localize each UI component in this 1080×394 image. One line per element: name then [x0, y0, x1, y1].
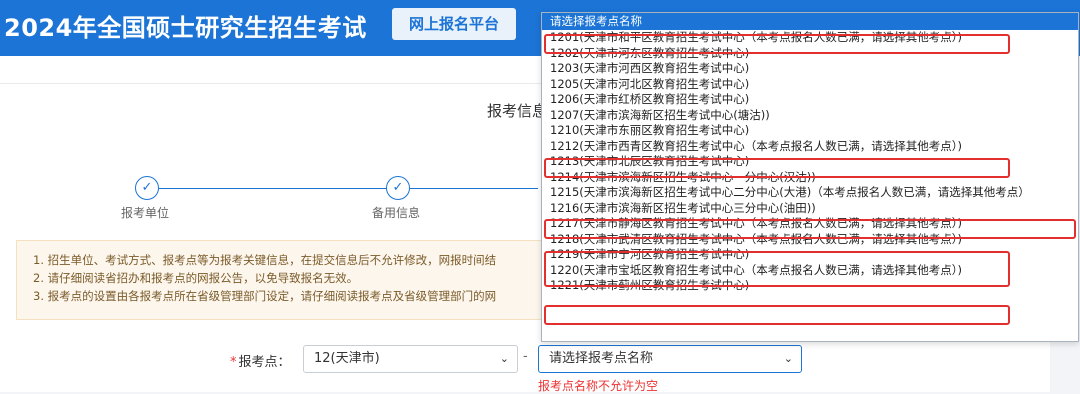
- dropdown-option[interactable]: 1205(天津市河北区教育招生考试中心): [542, 77, 1078, 93]
- dropdown-option[interactable]: 1207(天津市滨海新区招生考试中心(塘沽)): [542, 108, 1078, 124]
- province-select[interactable]: 12(天津市) ⌄: [303, 345, 518, 373]
- dropdown-option[interactable]: 1212(天津市西青区教育招生考试中心（本考点报名人数已满，请选择其他考点）): [542, 139, 1078, 155]
- check-icon: ✓: [386, 176, 410, 200]
- notice-box: 1. 招生单位、考试方式、报考点等为报考关键信息，在提交信息后不允许修改，网报时…: [16, 240, 546, 320]
- dropdown-option[interactable]: 1215(天津市滨海新区招生考试中心二分中心(大港)（本考点报名人数已满，请选择…: [542, 185, 1078, 201]
- chevron-down-icon: ⌄: [499, 352, 509, 365]
- separator: -: [523, 349, 528, 364]
- full-site-highlight: [544, 305, 1010, 325]
- full-site-highlight: [544, 219, 1076, 239]
- required-mark: *: [230, 355, 237, 370]
- full-site-highlight: [544, 34, 1010, 54]
- exam-site-select[interactable]: 请选择报考点名称 ⌄: [538, 345, 802, 373]
- step-line: [398, 188, 538, 189]
- exam-site-dropdown[interactable]: 请选择报考点名称 1201(天津市和平区教育招生考试中心（本考点报名人数已满，请…: [541, 12, 1079, 342]
- exam-site-label: * 报考点：: [230, 355, 291, 370]
- full-site-highlight: [544, 251, 1010, 287]
- full-site-highlight: [544, 158, 1010, 178]
- panel-title: 报考信息: [487, 102, 548, 120]
- notice-line: 2. 请仔细阅读省招办和报考点的网报公告，以免导致报名无效。: [33, 271, 359, 285]
- chevron-down-icon: ⌄: [783, 352, 793, 365]
- check-icon: ✓: [135, 176, 159, 200]
- error-message: 报考点名称不允许为空: [538, 379, 659, 393]
- dropdown-option[interactable]: 1216(天津市滨海新区招生考试中心三分中心(油田)): [542, 201, 1078, 217]
- step-label-unit: 报考单位: [121, 206, 170, 220]
- dropdown-option-placeholder[interactable]: 请选择报考点名称: [542, 13, 1078, 30]
- page-title: 2024年全国硕士研究生招生考试: [4, 14, 367, 42]
- notice-line: 3. 报考点的设置由各报考点所在省级管理部门设定，请仔细阅读报考点及省级管理部门…: [33, 289, 497, 303]
- dropdown-option[interactable]: 1206(天津市红桥区教育招生考试中心): [542, 92, 1078, 108]
- step-label-backup: 备用信息: [372, 206, 421, 220]
- notice-line: 1. 招生单位、考试方式、报考点等为报考关键信息，在提交信息后不允许修改，网报时…: [33, 253, 497, 267]
- step-line: [150, 188, 390, 189]
- platform-tab[interactable]: 网上报名平台: [392, 8, 516, 40]
- dropdown-option[interactable]: 1210(天津市东丽区教育招生考试中心): [542, 123, 1078, 139]
- dropdown-option[interactable]: 1203(天津市河西区教育招生考试中心): [542, 61, 1078, 77]
